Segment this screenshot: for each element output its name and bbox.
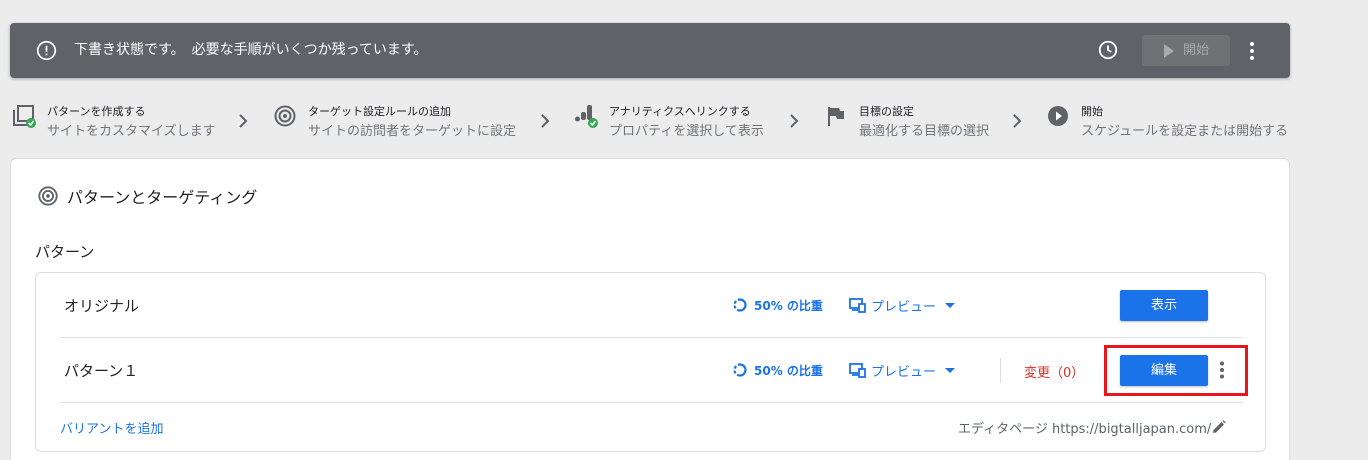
play-circle-icon [1048, 106, 1068, 126]
changes-link[interactable]: 変更（0） [1024, 362, 1084, 381]
add-variant-link[interactable]: バリアントを追加 [60, 418, 163, 437]
caret-down-icon [945, 303, 955, 308]
divider [1000, 358, 1001, 383]
alert-circle-icon [36, 40, 57, 61]
devices-icon [849, 363, 866, 378]
step-subtitle: サイトの訪問者をターゲットに設定 [308, 124, 517, 139]
step-subtitle: スケジュールを設定または開始する [1081, 124, 1289, 139]
target-icon [38, 186, 58, 206]
step-title: 目標の設定 [859, 105, 914, 118]
preview-label: プレビュー [871, 365, 937, 380]
variants-list: オリジナル 50% の比重 プレビュー 表示 パターン１ 50% の比重 プレビ… [35, 272, 1266, 452]
step-title: パターンを作成する [47, 105, 146, 118]
weight-ring-icon [733, 363, 747, 377]
variant-name: パターン１ [64, 362, 139, 380]
start-button-label: 開始 [1183, 43, 1210, 58]
step-subtitle: プロパティを選択して表示 [609, 124, 764, 139]
step-title: アナリティクスへリンクする [609, 105, 751, 118]
devices-icon [849, 298, 866, 313]
chevron-right-icon [1013, 114, 1022, 128]
pencil-icon[interactable] [1212, 420, 1226, 434]
setup-steps: パターンを作成する サイトをカスタマイズします ターゲット設定ルールの追加 サイ… [0, 100, 1300, 140]
variant-row-original: オリジナル 50% の比重 プレビュー 表示 [60, 273, 1243, 338]
chevron-right-icon [239, 114, 248, 128]
step-subtitle: サイトをカスタマイズします [47, 124, 216, 139]
card-title: パターンとターゲティング [67, 188, 258, 207]
flag-icon [828, 107, 844, 126]
editor-page-url: エディタページ https://bigtalljapan.com/ [958, 422, 1212, 437]
weight-ring-icon [733, 298, 747, 312]
start-button[interactable]: 開始 [1142, 35, 1230, 66]
analytics-check-icon [575, 105, 598, 128]
draft-status-bar: 下書き状態です。 必要な手順がいくつか残っています。 開始 [10, 23, 1290, 78]
chevron-right-icon [541, 114, 550, 128]
preview-label: プレビュー [871, 300, 937, 315]
target-icon [274, 105, 296, 127]
play-icon [1164, 44, 1174, 58]
variants-check-icon [13, 105, 36, 128]
variants-targeting-card: パターンとターゲティング パターン オリジナル 50% の比重 プレビュー 表示… [10, 158, 1290, 460]
more-vert-icon[interactable] [1243, 41, 1261, 61]
step-title: ターゲット設定ルールの追加 [308, 105, 451, 118]
draft-status-message: 下書き状態です。 必要な手順がいくつか残っています。 [74, 42, 428, 58]
clock-icon[interactable] [1097, 39, 1119, 61]
weight-label: 50% の比重 [754, 364, 823, 378]
step-title: 開始 [1081, 105, 1103, 118]
weight-label: 50% の比重 [754, 299, 823, 313]
variant-name: オリジナル [64, 297, 140, 315]
view-button[interactable]: 表示 [1120, 290, 1208, 321]
variant-row-pattern-1: パターン１ 50% の比重 プレビュー 変更（0） 編集 [60, 338, 1243, 403]
caret-down-icon [945, 368, 955, 373]
highlight-box [1104, 345, 1248, 396]
variants-section-label: パターン [35, 243, 95, 261]
chevron-right-icon [790, 114, 799, 128]
step-subtitle: 最適化する目標の選択 [859, 124, 990, 139]
